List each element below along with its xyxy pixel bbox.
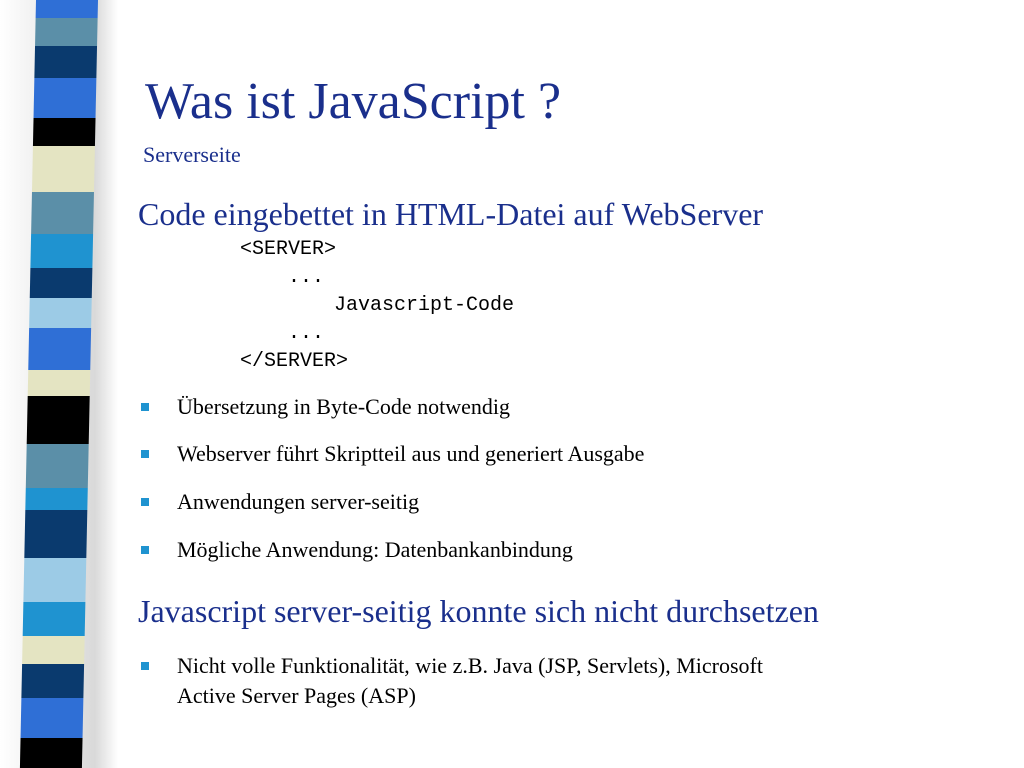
ribbon-segment — [26, 396, 90, 444]
heading-not-adopted: Javascript server-seitig konnte sich nic… — [138, 593, 819, 629]
code-line: ... — [288, 266, 325, 289]
ribbon-segment — [27, 370, 91, 396]
ribbon-segment — [23, 558, 87, 602]
ribbon-segment — [24, 510, 88, 558]
ribbon-segment — [28, 328, 92, 370]
ribbon-segment — [20, 698, 84, 738]
code-line: </SERVER> — [240, 350, 349, 373]
slide-title: Was ist JavaScript ? — [145, 73, 562, 130]
square-bullet-icon — [141, 403, 149, 411]
decorative-left-strip — [0, 0, 118, 768]
bullet-text-line: Active Server Pages (ASP) — [177, 683, 416, 708]
ribbon-segment — [32, 118, 96, 146]
striped-ribbon — [19, 0, 98, 768]
square-bullet-icon — [141, 546, 149, 554]
ribbon-segment — [25, 444, 89, 488]
bullet-text: Webserver führt Skriptteil aus und gener… — [177, 441, 645, 466]
ribbon-segment — [35, 18, 98, 46]
ribbon-segment — [22, 602, 86, 636]
square-bullet-icon — [141, 450, 149, 458]
ribbon-segment — [29, 298, 92, 328]
square-bullet-icon — [141, 662, 149, 670]
bullet-text: Mögliche Anwendung: Datenbankanbindung — [177, 537, 573, 562]
ribbon-segment — [33, 78, 97, 118]
code-line: <SERVER> — [240, 238, 337, 261]
slide-subtitle: Serverseite — [143, 142, 241, 167]
ribbon-segment — [34, 46, 98, 78]
code-line: Javascript-Code — [334, 294, 515, 317]
bullet-text-line: Nicht volle Funktionalität, wie z.B. Jav… — [177, 653, 763, 678]
ribbon-segment — [21, 664, 85, 698]
bullet-text: Anwendungen server-seitig — [177, 489, 420, 514]
ribbon-segment — [19, 738, 83, 768]
ribbon-segment — [31, 192, 94, 234]
square-bullet-icon — [141, 498, 149, 506]
ribbon-segment — [31, 146, 95, 192]
heading-code-embedded: Code eingebettet in HTML-Datei auf WebSe… — [138, 196, 764, 232]
ribbon-segment — [29, 268, 93, 298]
bullet-text: Übersetzung in Byte-Code notwendig — [177, 394, 510, 419]
code-line: ... — [288, 322, 325, 345]
ribbon-segment — [30, 234, 94, 268]
ribbon-segment — [22, 636, 85, 664]
ribbon-segment — [35, 0, 98, 18]
ribbon-segment — [25, 488, 88, 510]
